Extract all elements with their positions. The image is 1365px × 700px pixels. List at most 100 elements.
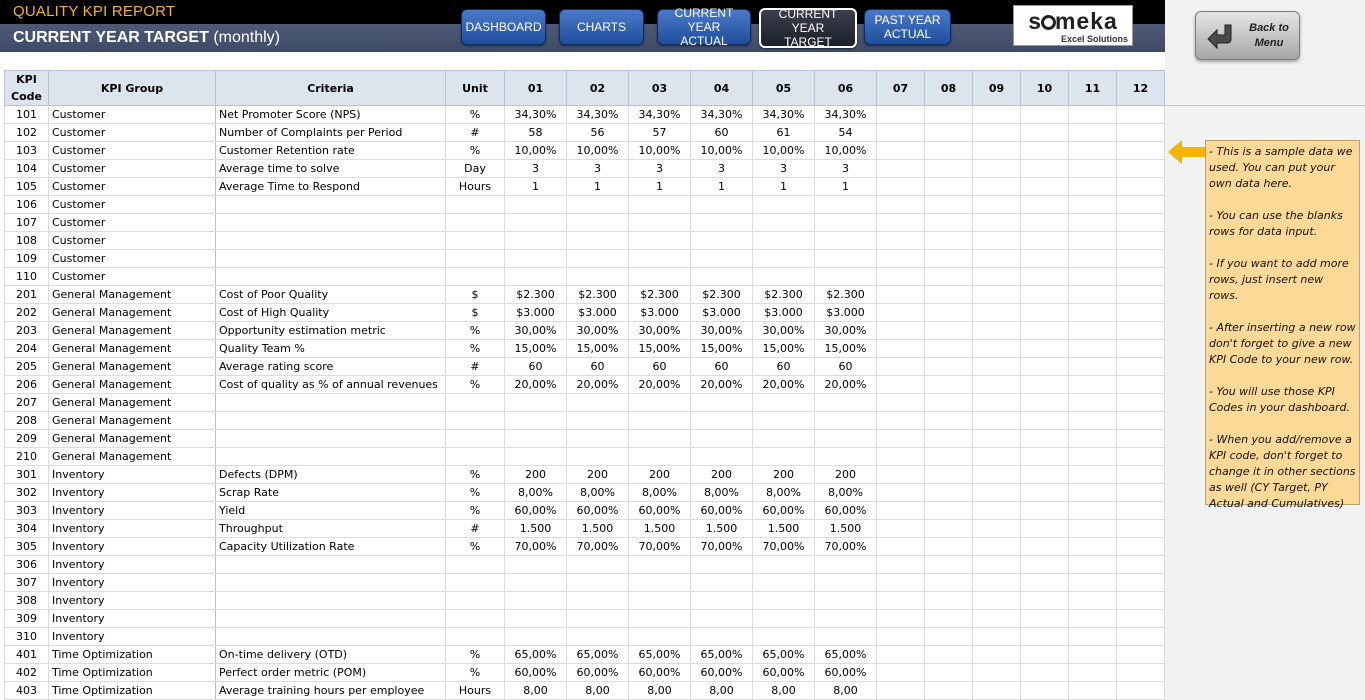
month-value-cell[interactable] bbox=[1116, 429, 1165, 448]
month-value-cell[interactable] bbox=[1020, 141, 1069, 160]
month-value-cell[interactable] bbox=[690, 447, 753, 466]
kpi-group-cell[interactable]: Inventory bbox=[48, 555, 216, 574]
month-value-cell[interactable] bbox=[1020, 321, 1069, 340]
month-value-cell[interactable]: $3.000 bbox=[504, 303, 567, 322]
month-value-cell[interactable] bbox=[690, 429, 753, 448]
kpi-group-cell[interactable]: General Management bbox=[48, 429, 216, 448]
month-value-cell[interactable]: 61 bbox=[752, 123, 815, 142]
month-value-cell[interactable]: 54 bbox=[814, 123, 877, 142]
month-value-cell[interactable]: 10,00% bbox=[690, 141, 753, 160]
month-value-cell[interactable] bbox=[628, 249, 691, 268]
criteria-cell[interactable] bbox=[215, 195, 446, 214]
month-value-cell[interactable] bbox=[1020, 123, 1069, 142]
kpi-group-cell[interactable]: Inventory bbox=[48, 537, 216, 556]
kpi-group-cell[interactable]: Customer bbox=[48, 105, 216, 124]
kpi-group-cell[interactable]: Time Optimization bbox=[48, 681, 216, 700]
criteria-cell[interactable]: Number of Complaints per Period bbox=[215, 123, 446, 142]
criteria-cell[interactable]: Yield bbox=[215, 501, 446, 520]
month-value-cell[interactable] bbox=[1068, 591, 1117, 610]
month-value-cell[interactable] bbox=[752, 447, 815, 466]
month-value-cell[interactable] bbox=[1020, 213, 1069, 232]
month-value-cell[interactable] bbox=[628, 609, 691, 628]
month-value-cell[interactable]: 10,00% bbox=[504, 141, 567, 160]
kpi-group-cell[interactable]: General Management bbox=[48, 357, 216, 376]
month-value-cell[interactable]: 200 bbox=[628, 465, 691, 484]
criteria-cell[interactable] bbox=[215, 447, 446, 466]
month-value-cell[interactable] bbox=[1116, 411, 1165, 430]
month-value-cell[interactable]: 8,00 bbox=[690, 681, 753, 700]
kpi-group-cell[interactable]: General Management bbox=[48, 411, 216, 430]
month-value-cell[interactable] bbox=[504, 609, 567, 628]
month-value-cell[interactable] bbox=[1068, 141, 1117, 160]
month-value-cell[interactable] bbox=[924, 555, 973, 574]
month-value-cell[interactable] bbox=[876, 555, 925, 574]
unit-cell[interactable] bbox=[445, 267, 505, 286]
kpi-code-cell[interactable]: 403 bbox=[4, 681, 49, 700]
month-value-cell[interactable] bbox=[628, 573, 691, 592]
kpi-group-cell[interactable]: Customer bbox=[48, 195, 216, 214]
month-value-cell[interactable] bbox=[814, 609, 877, 628]
month-value-cell[interactable] bbox=[1116, 123, 1165, 142]
month-value-cell[interactable]: 60,00% bbox=[690, 501, 753, 520]
month-value-cell[interactable]: 8,00% bbox=[814, 483, 877, 502]
month-value-cell[interactable]: 34,30% bbox=[752, 105, 815, 124]
month-value-cell[interactable] bbox=[924, 267, 973, 286]
month-value-cell[interactable]: 60,00% bbox=[752, 663, 815, 682]
month-value-cell[interactable] bbox=[924, 411, 973, 430]
month-value-cell[interactable]: 34,30% bbox=[566, 105, 629, 124]
criteria-cell[interactable] bbox=[215, 213, 446, 232]
month-value-cell[interactable]: 20,00% bbox=[690, 375, 753, 394]
month-value-cell[interactable]: 58 bbox=[504, 123, 567, 142]
kpi-code-cell[interactable]: 304 bbox=[4, 519, 49, 538]
month-value-cell[interactable]: 200 bbox=[566, 465, 629, 484]
month-value-cell[interactable]: 1.500 bbox=[628, 519, 691, 538]
month-value-cell[interactable]: 56 bbox=[566, 123, 629, 142]
month-value-cell[interactable] bbox=[876, 177, 925, 196]
month-value-cell[interactable] bbox=[972, 465, 1021, 484]
month-value-cell[interactable] bbox=[924, 141, 973, 160]
kpi-code-cell[interactable]: 207 bbox=[4, 393, 49, 412]
month-value-cell[interactable] bbox=[690, 195, 753, 214]
month-value-cell[interactable] bbox=[690, 555, 753, 574]
month-value-cell[interactable] bbox=[1116, 141, 1165, 160]
kpi-code-cell[interactable]: 401 bbox=[4, 645, 49, 664]
unit-cell[interactable] bbox=[445, 573, 505, 592]
month-value-cell[interactable]: 60 bbox=[752, 357, 815, 376]
month-value-cell[interactable]: $3.000 bbox=[628, 303, 691, 322]
month-value-cell[interactable]: 20,00% bbox=[504, 375, 567, 394]
month-value-cell[interactable]: 1 bbox=[814, 177, 877, 196]
month-value-cell[interactable] bbox=[690, 231, 753, 250]
month-value-cell[interactable]: 20,00% bbox=[814, 375, 877, 394]
month-value-cell[interactable] bbox=[628, 447, 691, 466]
month-value-cell[interactable] bbox=[1068, 429, 1117, 448]
month-value-cell[interactable]: 65,00% bbox=[814, 645, 877, 664]
month-value-cell[interactable]: 60 bbox=[690, 357, 753, 376]
kpi-group-cell[interactable]: Inventory bbox=[48, 465, 216, 484]
month-value-cell[interactable] bbox=[876, 321, 925, 340]
month-value-cell[interactable] bbox=[566, 627, 629, 646]
month-value-cell[interactable] bbox=[924, 339, 973, 358]
month-value-cell[interactable] bbox=[1068, 645, 1117, 664]
month-value-cell[interactable] bbox=[1068, 627, 1117, 646]
month-value-cell[interactable] bbox=[690, 627, 753, 646]
month-value-cell[interactable] bbox=[1020, 627, 1069, 646]
month-value-cell[interactable] bbox=[1020, 249, 1069, 268]
month-value-cell[interactable] bbox=[814, 555, 877, 574]
month-value-cell[interactable] bbox=[1020, 465, 1069, 484]
charts-button[interactable]: CHARTS bbox=[559, 9, 644, 45]
kpi-code-cell[interactable]: 102 bbox=[4, 123, 49, 142]
past-year-actual-button[interactable]: PAST YEAR ACTUAL bbox=[864, 9, 951, 45]
unit-cell[interactable]: $ bbox=[445, 303, 505, 322]
kpi-group-cell[interactable]: General Management bbox=[48, 447, 216, 466]
kpi-group-cell[interactable]: Customer bbox=[48, 231, 216, 250]
month-value-cell[interactable] bbox=[814, 249, 877, 268]
month-value-cell[interactable] bbox=[628, 429, 691, 448]
month-value-cell[interactable] bbox=[504, 249, 567, 268]
kpi-code-cell[interactable]: 301 bbox=[4, 465, 49, 484]
month-value-cell[interactable] bbox=[752, 213, 815, 232]
month-value-cell[interactable] bbox=[1068, 231, 1117, 250]
month-value-cell[interactable] bbox=[690, 591, 753, 610]
month-value-cell[interactable]: 3 bbox=[566, 159, 629, 178]
month-value-cell[interactable]: $2.300 bbox=[752, 285, 815, 304]
month-value-cell[interactable] bbox=[504, 555, 567, 574]
